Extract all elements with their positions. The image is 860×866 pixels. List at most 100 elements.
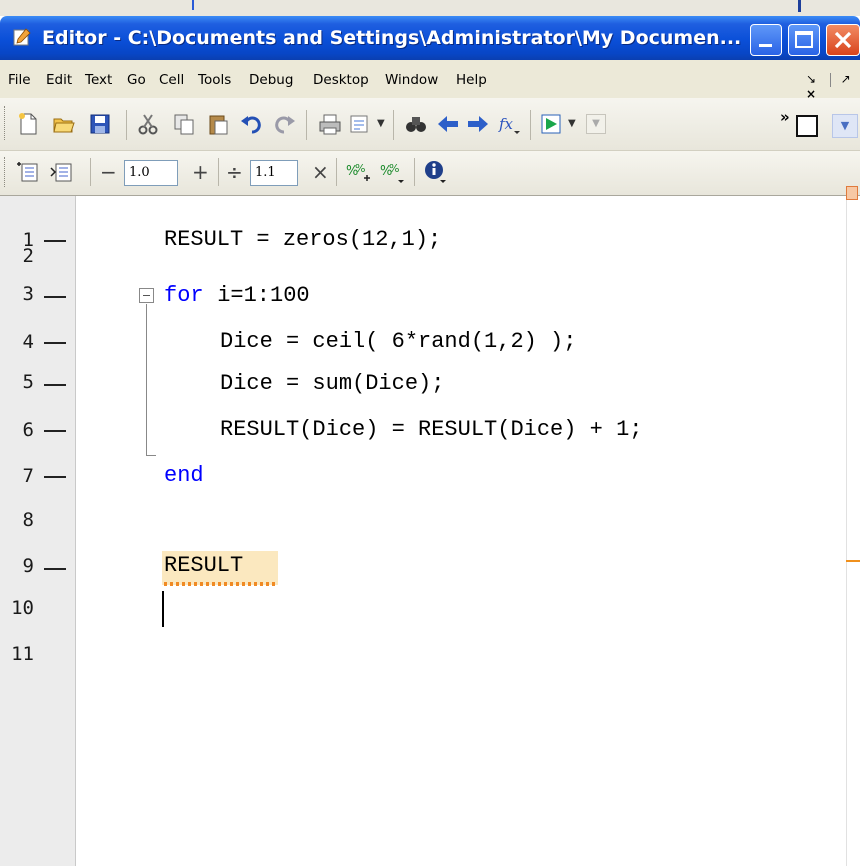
close-icon (834, 31, 852, 49)
line-number: 4 (22, 331, 34, 353)
editor-app-icon[interactable] (12, 27, 32, 47)
fold-guide-end (146, 455, 156, 456)
code-line-3[interactable]: i=1:100 (204, 283, 309, 308)
svg-text:%: % (355, 162, 365, 175)
code-editor[interactable] (0, 196, 860, 866)
run-icon[interactable] (540, 112, 564, 136)
code-keyword-for[interactable]: for (164, 283, 204, 308)
collapse-icon (143, 295, 150, 296)
breakpoint-marker[interactable] (44, 384, 66, 386)
divide-button[interactable]: ÷ (226, 160, 243, 184)
line-number: 2 (22, 245, 34, 267)
evaluate-cell-icon[interactable] (50, 160, 74, 184)
menu-help[interactable]: Help (456, 70, 487, 90)
info-icon[interactable] (424, 160, 448, 184)
forward-icon[interactable] (466, 112, 490, 136)
print-dropdown-icon[interactable]: ▼ (377, 118, 385, 129)
toolbar-separator (218, 158, 219, 186)
background-marker (192, 0, 194, 10)
minimize-icon (759, 44, 772, 47)
run-dropdown-icon[interactable]: ▼ (568, 118, 576, 129)
fold-toggle[interactable] (139, 288, 154, 303)
minimize-button[interactable] (750, 24, 782, 56)
menu-text[interactable]: Text (85, 70, 112, 90)
svg-text:fx: fx (498, 115, 514, 133)
background-window-strip (0, 0, 860, 16)
menu-go[interactable]: Go (127, 70, 146, 90)
breakpoint-marker[interactable] (44, 240, 66, 242)
decrement-value-field[interactable]: 1.0 (124, 160, 178, 186)
maximize-button[interactable] (788, 24, 820, 56)
line-number: 8 (22, 509, 34, 531)
vertical-scrollbar[interactable] (846, 196, 860, 866)
menu-desktop[interactable]: Desktop (313, 70, 369, 90)
dock-checkbox[interactable] (796, 115, 818, 137)
toolbar-separator (414, 158, 415, 186)
code-analyzer-status-icon[interactable] (846, 186, 858, 200)
code-line-4[interactable]: Dice = ceil( 6*rand(1,2) ); (220, 329, 576, 354)
main-toolbar (0, 98, 860, 151)
toolbar-grip[interactable] (4, 157, 8, 187)
menu-cell[interactable]: Cell (159, 70, 184, 90)
close-button[interactable] (826, 24, 860, 56)
back-icon[interactable] (436, 112, 460, 136)
increment-button[interactable]: + (192, 160, 209, 184)
breakpoint-marker[interactable] (44, 476, 66, 478)
toolbar-separator (90, 158, 91, 186)
breakpoint-marker[interactable] (44, 296, 66, 298)
function-browser-icon[interactable]: fx (497, 112, 521, 136)
dock-separator (829, 72, 831, 87)
cell-percent-plus-icon[interactable]: %% (346, 160, 370, 184)
breakpoint-marker[interactable] (44, 342, 66, 344)
code-line-1[interactable]: RESULT = zeros(12,1); (164, 227, 441, 252)
divide-value-field[interactable]: 1.1 (250, 160, 298, 186)
line-number: 11 (11, 643, 34, 665)
toolbar-separator (336, 158, 337, 186)
toolbar-overflow-icon[interactable]: » (780, 108, 790, 126)
breakpoint-marker[interactable] (44, 568, 66, 570)
open-folder-icon[interactable] (52, 112, 76, 136)
insert-cell-break-icon[interactable] (16, 160, 40, 184)
menu-debug[interactable]: Debug (249, 70, 293, 90)
toolbar-separator (306, 110, 307, 140)
window-title: Editor - C:\Documents and Settings\Admin… (42, 27, 742, 49)
save-icon[interactable] (88, 112, 112, 136)
find-icon[interactable] (404, 112, 428, 136)
new-file-icon[interactable] (16, 112, 40, 136)
dock-dropdown-icon[interactable]: ▼ (832, 114, 858, 138)
multiply-button[interactable]: × (312, 160, 329, 184)
decrement-button[interactable]: − (100, 160, 117, 184)
print-preview-icon[interactable] (348, 112, 372, 136)
warning-marker[interactable] (846, 560, 860, 562)
fold-guide (146, 304, 147, 456)
breakpoint-marker[interactable] (44, 430, 66, 432)
code-line-9[interactable]: RESULT (164, 553, 243, 578)
paste-icon[interactable] (206, 112, 230, 136)
line-number: 7 (22, 465, 34, 487)
cut-icon[interactable] (136, 112, 160, 136)
stack-dropdown-icon[interactable]: ▼ (586, 114, 606, 134)
menu-window[interactable]: Window (385, 70, 438, 90)
text-cursor (162, 591, 164, 627)
cell-percent-minus-icon[interactable]: %% (380, 160, 404, 184)
print-icon[interactable] (318, 112, 342, 136)
undo-icon[interactable] (240, 112, 264, 136)
menu-file[interactable]: File (8, 70, 31, 90)
line-number: 9 (22, 555, 34, 577)
redo-icon[interactable] (272, 112, 296, 136)
warning-underline (164, 582, 276, 586)
toolbar-separator (126, 110, 127, 140)
code-keyword-end[interactable]: end (164, 463, 204, 488)
background-marker (798, 0, 801, 12)
svg-text:%: % (389, 162, 399, 175)
toolbar-separator (393, 110, 394, 140)
maximize-icon (795, 31, 813, 48)
menu-edit[interactable]: Edit (46, 70, 72, 90)
maximize-dock-icon[interactable]: ↗ (841, 72, 853, 86)
copy-icon[interactable] (172, 112, 196, 136)
menu-tools[interactable]: Tools (198, 70, 231, 90)
toolbar-grip[interactable] (4, 106, 8, 140)
code-line-5[interactable]: Dice = sum(Dice); (220, 371, 444, 396)
code-line-6[interactable]: RESULT(Dice) = RESULT(Dice) + 1; (220, 417, 642, 442)
undock-icon[interactable]: ↘ (806, 72, 820, 86)
